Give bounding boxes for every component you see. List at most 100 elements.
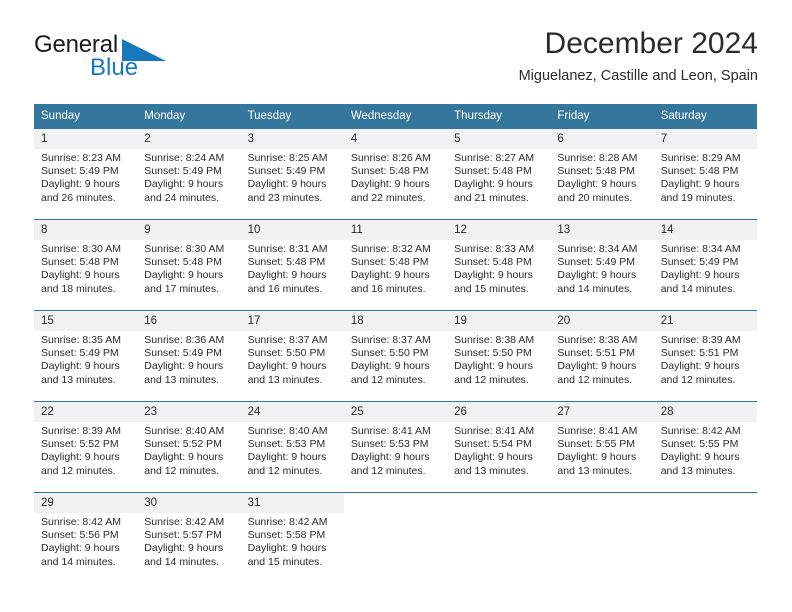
day-details[interactable]: Sunrise: 8:41 AM Sunset: 5:54 PM Daylight:… (447, 422, 551, 493)
daylight-2-text: and 16 minutes. (247, 282, 323, 295)
day-number[interactable]: 9 (137, 219, 241, 240)
day-number[interactable]: 31 (240, 492, 344, 513)
day-number[interactable]: 7 (653, 128, 757, 149)
day-details[interactable]: Sunrise: 8:23 AM Sunset: 5:49 PM Daylight:… (34, 149, 138, 220)
day-details[interactable]: Sunrise: 8:30 AM Sunset: 5:48 PM Daylight:… (34, 240, 138, 311)
daylight-1-text: Daylight: 9 hours (144, 542, 224, 555)
daylight-1-text: Daylight: 9 hours (660, 178, 740, 191)
day-number[interactable]: 4 (343, 128, 448, 149)
day-number[interactable]: 25 (343, 401, 448, 422)
day-details[interactable]: Sunrise: 8:36 AM Sunset: 5:49 PM Daylight:… (137, 331, 241, 402)
sunrise-text: Sunrise: 8:41 AM (350, 425, 431, 437)
day-details[interactable]: Sunrise: 8:25 AM Sunset: 5:49 PM Daylight:… (240, 149, 344, 220)
day-number[interactable]: 6 (550, 128, 654, 149)
page-subtitle: Miguelanez, Castille and Leon, Spain (518, 68, 758, 84)
sunrise-text: Sunrise: 8:42 AM (247, 516, 328, 528)
day-details[interactable]: Sunrise: 8:38 AM Sunset: 5:51 PM Daylight:… (550, 331, 654, 402)
sunset-text: Sunset: 5:50 PM (350, 347, 429, 360)
day-details[interactable]: Sunrise: 8:29 AM Sunset: 5:48 PM Daylight:… (653, 149, 757, 220)
day-number[interactable]: 8 (34, 219, 138, 240)
day-details[interactable]: Sunrise: 8:27 AM Sunset: 5:48 PM Daylight:… (447, 149, 551, 220)
sunset-text: Sunset: 5:48 PM (557, 165, 636, 178)
day-details[interactable]: Sunrise: 8:40 AM Sunset: 5:53 PM Daylight:… (240, 422, 344, 493)
sunrise-text: Sunrise: 8:25 AM (247, 152, 328, 164)
day-number[interactable]: 10 (240, 219, 344, 240)
day-details[interactable]: Sunrise: 8:33 AM Sunset: 5:48 PM Daylight:… (447, 240, 551, 311)
daylight-1-text: Daylight: 9 hours (144, 178, 224, 191)
day-details[interactable]: Sunrise: 8:42 AM Sunset: 5:57 PM Daylight:… (137, 513, 241, 583)
daylight-1-text: Daylight: 9 hours (350, 451, 430, 464)
day-number[interactable]: 1 (34, 128, 138, 149)
day-number[interactable]: 15 (34, 310, 138, 331)
day-number[interactable]: 5 (447, 128, 551, 149)
day-number[interactable]: 30 (137, 492, 241, 513)
day-details[interactable]: Sunrise: 8:40 AM Sunset: 5:52 PM Daylight:… (137, 422, 241, 493)
daylight-1-text: Daylight: 9 hours (247, 542, 327, 555)
day-details[interactable]: Sunrise: 8:42 AM Sunset: 5:58 PM Daylight:… (240, 513, 344, 583)
week-daynumber-row: 29 30 31 (34, 492, 757, 513)
day-number[interactable]: 28 (653, 401, 757, 422)
daylight-1-text: Daylight: 9 hours (454, 269, 533, 282)
daylight-1-text: Daylight: 9 hours (247, 178, 327, 191)
day-details[interactable]: Sunrise: 8:35 AM Sunset: 5:49 PM Daylight:… (34, 331, 138, 402)
day-details[interactable]: Sunrise: 8:34 AM Sunset: 5:49 PM Daylight:… (550, 240, 654, 311)
day-number[interactable]: 2 (137, 128, 241, 149)
sunset-text: Sunset: 5:48 PM (41, 256, 119, 269)
sunrise-text: Sunrise: 8:35 AM (41, 334, 121, 346)
day-details[interactable]: Sunrise: 8:39 AM Sunset: 5:51 PM Daylight:… (653, 331, 757, 402)
sunset-text: Sunset: 5:48 PM (454, 165, 532, 178)
day-details[interactable]: Sunrise: 8:28 AM Sunset: 5:48 PM Daylight:… (550, 149, 654, 220)
day-number[interactable]: 27 (550, 401, 654, 422)
sunset-text: Sunset: 5:49 PM (247, 165, 326, 178)
day-number[interactable]: 11 (343, 219, 448, 240)
day-number[interactable]: 22 (34, 401, 138, 422)
day-details[interactable]: Sunrise: 8:39 AM Sunset: 5:52 PM Daylight:… (34, 422, 138, 493)
sunrise-text: Sunrise: 8:34 AM (557, 243, 638, 255)
sunrise-text: Sunrise: 8:40 AM (247, 425, 328, 437)
day-details[interactable]: Sunrise: 8:38 AM Sunset: 5:50 PM Daylight:… (447, 331, 551, 402)
day-details[interactable]: Sunrise: 8:41 AM Sunset: 5:53 PM Daylight:… (343, 422, 448, 493)
week-daynumber-row: 8 9 10 11 12 13 14 (34, 219, 757, 240)
day-details[interactable]: Sunrise: 8:34 AM Sunset: 5:49 PM Daylight:… (653, 240, 757, 311)
sunset-text: Sunset: 5:53 PM (247, 438, 326, 451)
sunset-text: Sunset: 5:48 PM (144, 256, 222, 269)
daylight-2-text: and 19 minutes. (660, 191, 736, 204)
day-number[interactable]: 12 (447, 219, 551, 240)
day-number[interactable]: 18 (343, 310, 448, 331)
day-number[interactable]: 23 (137, 401, 241, 422)
day-number[interactable]: 26 (447, 401, 551, 422)
day-number[interactable]: 29 (34, 492, 138, 513)
daylight-2-text: and 15 minutes. (454, 282, 529, 295)
day-number[interactable]: 17 (240, 310, 344, 331)
daylight-2-text: and 12 minutes. (350, 373, 426, 386)
week-info-row: Sunrise: 8:35 AM Sunset: 5:49 PM Daylight:… (34, 331, 757, 402)
sunrise-text: Sunrise: 8:37 AM (247, 334, 328, 346)
daylight-2-text: and 12 minutes. (454, 373, 529, 386)
week-daynumber-row: 1234567 (34, 128, 757, 149)
sunrise-text: Sunrise: 8:41 AM (454, 425, 535, 437)
day-number[interactable]: 20 (550, 310, 654, 331)
sunset-text: Sunset: 5:52 PM (144, 438, 222, 451)
day-number[interactable]: 24 (240, 401, 344, 422)
day-details[interactable]: Sunrise: 8:42 AM Sunset: 5:56 PM Daylight:… (34, 513, 138, 583)
sunset-text: Sunset: 5:48 PM (454, 256, 532, 269)
day-details[interactable]: Sunrise: 8:24 AM Sunset: 5:49 PM Daylight:… (137, 149, 241, 220)
day-number[interactable]: 16 (137, 310, 241, 331)
day-details[interactable]: Sunrise: 8:42 AM Sunset: 5:55 PM Daylight:… (653, 422, 757, 493)
daylight-2-text: and 18 minutes. (41, 282, 116, 295)
day-number[interactable]: 14 (653, 219, 757, 240)
sunrise-text: Sunrise: 8:42 AM (660, 425, 741, 437)
day-details[interactable]: Sunrise: 8:32 AM Sunset: 5:48 PM Daylight:… (343, 240, 448, 311)
day-details[interactable]: Sunrise: 8:37 AM Sunset: 5:50 PM Daylight:… (343, 331, 448, 402)
day-details[interactable]: Sunrise: 8:41 AM Sunset: 5:55 PM Daylight:… (550, 422, 654, 493)
day-number[interactable]: 19 (447, 310, 551, 331)
calendar-cell-empty (343, 513, 448, 583)
day-number[interactable]: 13 (550, 219, 654, 240)
day-details[interactable]: Sunrise: 8:31 AM Sunset: 5:48 PM Daylight:… (240, 240, 344, 311)
day-number[interactable]: 21 (653, 310, 757, 331)
title-block: December 2024 Miguelanez, Castille and L… (519, 26, 758, 86)
day-details[interactable]: Sunrise: 8:37 AM Sunset: 5:50 PM Daylight:… (240, 331, 344, 402)
day-details[interactable]: Sunrise: 8:26 AM Sunset: 5:48 PM Daylight:… (343, 149, 448, 220)
day-number[interactable]: 3 (240, 128, 344, 149)
day-details[interactable]: Sunrise: 8:30 AM Sunset: 5:48 PM Daylight:… (137, 240, 241, 311)
